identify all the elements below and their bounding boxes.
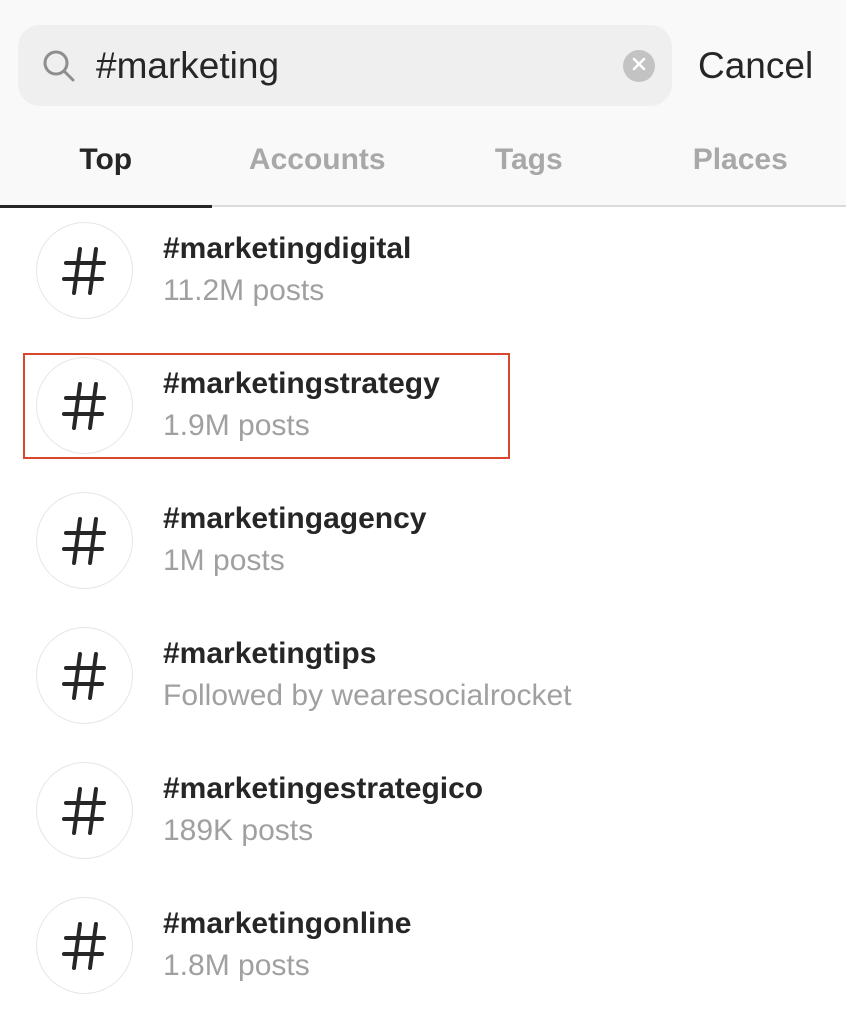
search-icon: [42, 49, 76, 83]
list-item[interactable]: #marketingagency 1M posts: [0, 478, 846, 589]
hashtag-icon: [36, 492, 133, 589]
tab-accounts[interactable]: Accounts: [212, 130, 424, 206]
search-tabs: Top Accounts Tags Places: [0, 130, 846, 206]
hashtag-icon: [36, 897, 133, 994]
hashtag-followed-by: Followed by wearesocialrocket: [163, 679, 572, 712]
hashtag-post-count: 11.2M posts: [163, 274, 325, 307]
hashtag-name: #marketingdigital: [163, 232, 412, 265]
hashtag-icon: [36, 627, 133, 724]
hashtag-icon: [36, 762, 133, 859]
hashtag-name: #marketingestrategico: [163, 772, 484, 805]
clear-icon: [632, 57, 646, 76]
hashtag-post-count: 189K posts: [163, 814, 314, 847]
tab-places[interactable]: Places: [635, 130, 846, 206]
hashtag-name: #marketingagency: [163, 502, 427, 535]
tab-tags[interactable]: Tags: [423, 130, 635, 206]
list-item[interactable]: #marketingtips Followed by wearesocialro…: [0, 613, 846, 724]
clear-search-button[interactable]: [623, 50, 655, 82]
hashtag-post-count: 1M posts: [163, 544, 285, 577]
list-item[interactable]: #marketingestrategico 189K posts: [0, 748, 846, 859]
list-item[interactable]: #marketingonline 1.8M posts: [0, 883, 846, 994]
search-bar[interactable]: [18, 25, 672, 106]
hashtag-post-count: 1.8M posts: [163, 949, 310, 982]
hashtag-icon: [36, 222, 133, 319]
hashtag-post-count: 1.9M posts: [163, 409, 310, 442]
hashtag-name: #marketingtips: [163, 637, 377, 670]
hashtag-icon: [36, 357, 133, 454]
list-item[interactable]: #marketingstrategy 1.9M posts: [0, 343, 846, 454]
search-input[interactable]: [96, 25, 616, 106]
list-item[interactable]: #marketingdigital 11.2M posts: [0, 208, 846, 319]
cancel-button[interactable]: Cancel: [698, 42, 813, 90]
hashtag-name: #marketingstrategy: [163, 367, 440, 400]
tab-top[interactable]: Top: [0, 130, 212, 206]
search-header: Cancel Top Accounts Tags Places: [0, 0, 846, 208]
hashtag-name: #marketingonline: [163, 907, 412, 940]
